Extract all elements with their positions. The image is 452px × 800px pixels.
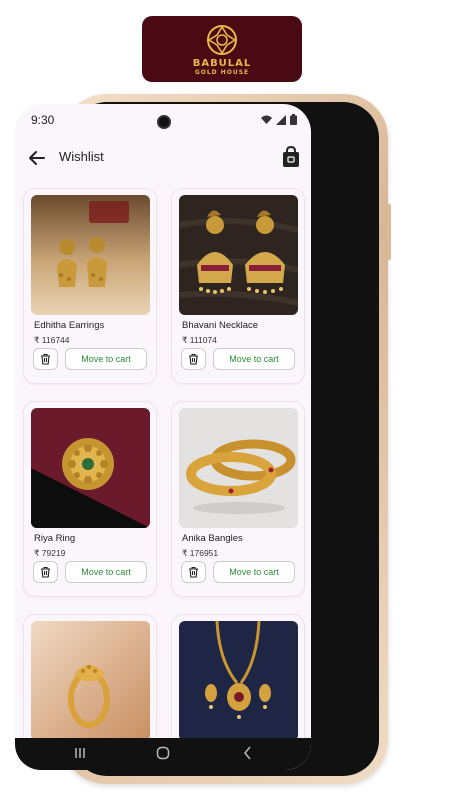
product-image[interactable] — [179, 408, 298, 528]
front-camera — [157, 115, 171, 129]
remove-button[interactable] — [181, 348, 206, 370]
wishlist-card[interactable]: Riya Ring ₹ 79219 Move to cart — [23, 401, 157, 597]
remove-button[interactable] — [181, 561, 206, 583]
back-nav-icon[interactable] — [241, 746, 255, 760]
wishlist-card[interactable]: Anika Bangles ₹ 176951 Move to cart — [171, 401, 305, 597]
brand-name: BABULAL — [192, 57, 252, 69]
move-to-cart-button[interactable]: Move to cart — [65, 561, 147, 583]
trash-icon — [189, 353, 198, 365]
battery-icon — [290, 114, 297, 125]
system-nav-bar — [15, 738, 311, 770]
app-screen: 9:30 Wishlist Edhitha Earrings ₹ 116744 … — [15, 104, 311, 770]
product-price: ₹ 116744 — [34, 335, 70, 345]
status-icons — [261, 114, 297, 125]
trash-icon — [41, 353, 50, 365]
product-image[interactable] — [31, 621, 150, 741]
trash-icon — [41, 566, 50, 578]
move-to-cart-button[interactable]: Move to cart — [213, 348, 295, 370]
brand-logo: BABULAL GOLD HOUSE — [142, 16, 302, 82]
product-image[interactable] — [179, 621, 298, 741]
remove-button[interactable] — [33, 348, 58, 370]
stage: BABULAL GOLD HOUSE 9:30 Wishlist Edhitha… — [0, 0, 452, 800]
product-name: Bhavani Necklace — [182, 320, 259, 331]
move-to-cart-button[interactable]: Move to cart — [213, 561, 295, 583]
status-time: 9:30 — [31, 113, 55, 127]
product-name: Edhitha Earrings — [34, 320, 105, 331]
app-header: Wishlist — [15, 144, 311, 174]
brand-emblem-icon — [207, 24, 237, 55]
brand-tagline: GOLD HOUSE — [194, 68, 250, 76]
move-to-cart-button[interactable]: Move to cart — [65, 348, 147, 370]
product-price: ₹ 111074 — [182, 335, 217, 345]
back-arrow-icon[interactable] — [27, 148, 47, 168]
product-price: ₹ 79219 — [34, 548, 66, 558]
phone-side-button — [387, 204, 391, 260]
product-image[interactable] — [31, 408, 150, 528]
product-image[interactable] — [31, 195, 150, 315]
home-icon[interactable] — [156, 746, 170, 760]
page-title: Wishlist — [59, 149, 104, 164]
recents-icon[interactable] — [73, 746, 87, 760]
product-name: Anika Bangles — [182, 533, 243, 544]
status-bar: 9:30 — [15, 104, 311, 134]
wishlist-card[interactable]: Bhavani Necklace ₹ 111074 Move to cart — [171, 188, 305, 384]
wifi-icon — [261, 115, 272, 124]
product-image[interactable] — [179, 195, 298, 315]
shopping-bag-icon[interactable] — [281, 146, 301, 168]
signal-icon — [276, 114, 286, 125]
product-price: ₹ 176951 — [182, 548, 219, 558]
trash-icon — [189, 566, 198, 578]
product-name: Riya Ring — [34, 533, 76, 544]
remove-button[interactable] — [33, 561, 58, 583]
wishlist-card[interactable]: Edhitha Earrings ₹ 116744 Move to cart — [23, 188, 157, 384]
